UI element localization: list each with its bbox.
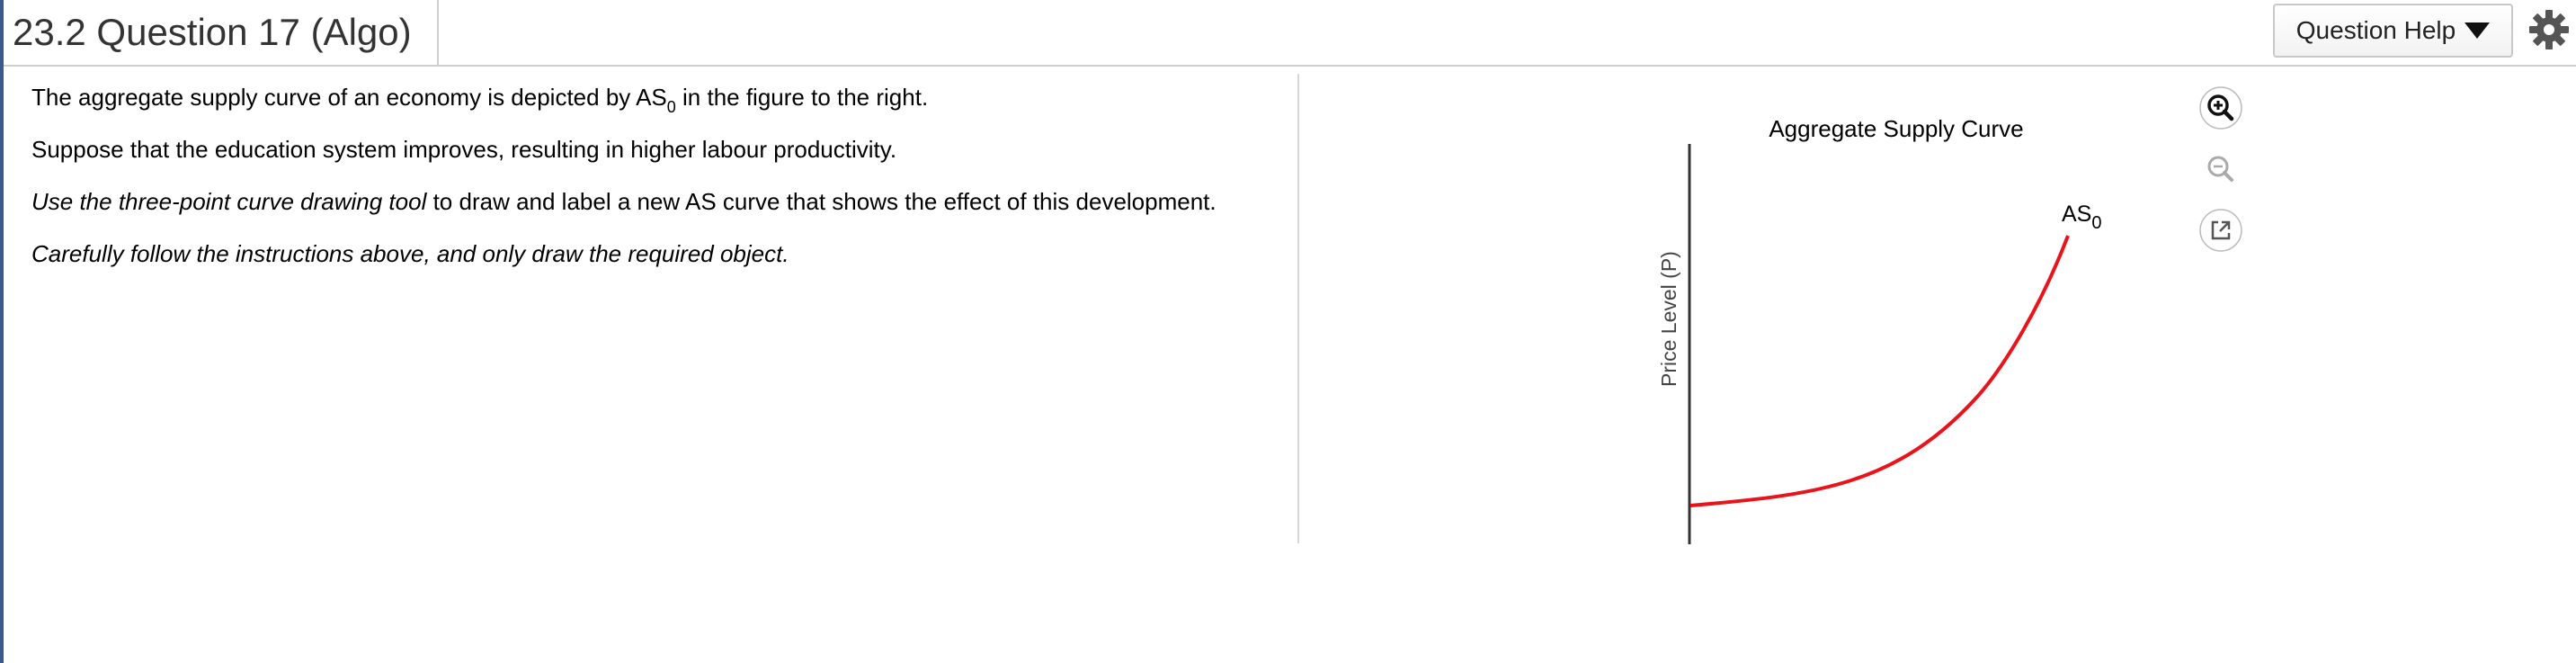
question-help-label: Question Help (2295, 16, 2456, 44)
question-line-3: Use the three-point curve drawing tool t… (31, 188, 1217, 215)
header: 23.2 Question 17 (Algo) Question Help (4, 0, 2576, 67)
left-edge-bar (0, 0, 4, 663)
zoom-in-icon[interactable] (2198, 85, 2243, 130)
y-axis-label: Price Level (P) (1657, 251, 1680, 387)
question-line-4: Carefully follow the instructions above,… (31, 240, 789, 267)
pane-divider (1297, 74, 1299, 543)
gear-icon[interactable] (2527, 7, 2572, 52)
zoom-out-icon[interactable] (2198, 147, 2243, 192)
question-line-1: The aggregate supply curve of an economy… (31, 84, 929, 116)
external-link-icon[interactable] (2198, 208, 2243, 253)
dropdown-arrow-icon (2465, 22, 2491, 39)
as0-label: AS0 (2062, 202, 2101, 233)
page-title: 23.2 Question 17 (Algo) (4, 0, 439, 65)
chart-title: Aggregate Supply Curve (1769, 115, 2023, 142)
question-text: The aggregate supply curve of an economy… (31, 83, 1272, 291)
as0-curve (1689, 235, 2070, 507)
question-line-2: Suppose that the education system improv… (31, 136, 897, 163)
aggregate-supply-graph[interactable]: Aggregate Supply Curve Price Level (P) A… (1618, 99, 2158, 567)
question-help-button[interactable]: Question Help (2273, 4, 2513, 58)
